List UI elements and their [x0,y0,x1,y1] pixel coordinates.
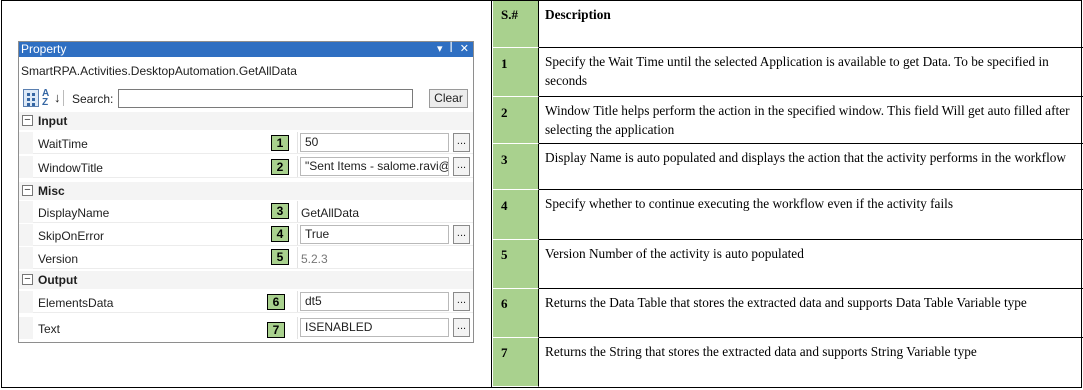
table-row: 5 Version Number of the activity is auto… [493,240,1083,289]
category-output[interactable]: − Output [19,271,473,289]
callout-badge: 7 [267,322,285,338]
version-value: 5.2.3 [301,252,328,266]
table-row: 4 Specify whether to continue executing … [493,190,1083,240]
property-name: SkipOnError [38,229,105,243]
collapse-icon[interactable]: − [22,274,33,285]
pin-icon[interactable]: ꟾ [450,42,453,57]
row-description: Returns the Data Table that stores the e… [539,289,1083,338]
row-description: Returns the String that stores the extra… [545,344,977,359]
property-row-displayname: DisplayName 3 GetAllData [19,201,473,223]
property-name: DisplayName [38,206,110,220]
row-number: 7 [493,338,539,387]
row-description: Display Name is auto populated and displ… [539,144,1083,190]
row-number: 5 [493,240,539,289]
waittime-field[interactable]: 50 [300,133,449,152]
clear-button[interactable]: Clear [429,89,468,108]
property-row-text: Text 7 ISENABLED ... [19,317,473,339]
elementsdata-field[interactable]: dt5 [300,292,449,311]
close-icon[interactable]: ✕ [460,42,469,57]
table-row: 2 Window Title helps perform the action … [493,97,1083,144]
callout-badge: 2 [271,159,289,175]
row-description: Window Title helps perform the action in… [539,97,1083,144]
property-row-skiponerror: SkipOnError 4 True ... [19,224,473,246]
row-number: 3 [493,144,539,190]
windowtitle-field[interactable]: "Sent Items - salome.ravi@ [300,157,449,176]
callout-badge: 6 [267,294,285,310]
row-description: Version Number of the activity is auto p… [539,240,1083,289]
activity-class-name: SmartRPA.Activities.DesktopAutomation.Ge… [21,64,297,78]
search-input[interactable] [118,89,413,108]
callout-badge: 5 [271,249,289,265]
skiponerror-field[interactable]: True [300,225,449,244]
property-grid: − Input WaitTime 1 50 ... WindowTitle 2 [19,112,473,342]
screenshot-cell: Property ▾ ꟾ ✕ SmartRPA.Activities.Deskt… [2,1,492,387]
property-row-windowtitle: WindowTitle 2 "Sent Items - salome.ravi@… [19,156,473,178]
property-name: Text [38,322,61,336]
property-row-waittime: WaitTime 1 50 ... [19,132,473,154]
windowtitle-ellipsis-button[interactable]: ... [453,157,470,176]
table-row: 1 Specify the Wait Time until the select… [493,48,1083,97]
category-misc[interactable]: − Misc [19,182,473,200]
header-description: Description [539,1,1083,48]
text-field[interactable]: ISENABLED [300,318,449,337]
table-row: 3 Display Name is auto populated and dis… [493,144,1083,190]
row-number: 6 [493,289,539,338]
alphabetical-sort-icon[interactable]: A Z ↓ [42,89,61,108]
callout-badge: 4 [271,226,289,242]
categorized-sort-icon[interactable] [23,89,39,107]
category-label: Misc [38,184,65,198]
displayname-value[interactable]: GetAllData [301,206,359,220]
category-input[interactable]: − Input [19,112,473,130]
property-row-elementsdata: ElementsData 6 dt5 ... [19,291,473,313]
toolbar-divider [63,90,64,106]
elementsdata-ellipsis-button[interactable]: ... [453,292,470,311]
category-label: Input [38,114,68,128]
description-table: S.# Description 1 Specify the Wait Time … [493,1,1083,387]
property-toolbar: A Z ↓ Search: Clear [19,87,473,111]
waittime-ellipsis-button[interactable]: ... [453,133,470,152]
row-number: 4 [493,190,539,240]
row-description: Specify whether to continue executing th… [539,190,1083,240]
property-name: WaitTime [38,137,88,151]
property-panel: Property ▾ ꟾ ✕ SmartRPA.Activities.Deskt… [18,41,474,343]
collapse-icon[interactable]: − [22,115,33,126]
collapse-icon[interactable]: − [22,185,33,196]
dropdown-icon[interactable]: ▾ [437,42,443,57]
table-row: 6 Returns the Data Table that stores the… [493,289,1083,338]
property-row-version: Version 5 5.2.3 [19,247,473,269]
document-table: Property ▾ ꟾ ✕ SmartRPA.Activities.Deskt… [1,0,1083,388]
skiponerror-ellipsis-button[interactable]: ... [453,225,470,244]
text-ellipsis-button[interactable]: ... [453,318,470,337]
property-name: WindowTitle [38,161,103,175]
panel-title: Property [21,42,67,56]
callout-badge: 1 [271,135,289,151]
row-description: Specify the Wait Time until the selected… [539,48,1083,97]
row-number: 2 [493,97,539,144]
callout-badge: 3 [271,203,289,219]
category-label: Output [38,273,78,287]
header-number: S.# [493,1,539,48]
property-name: ElementsData [38,296,114,310]
search-label: Search: [72,92,114,106]
table-header-row: S.# Description [493,1,1083,48]
property-name: Version [38,252,79,266]
panel-titlebar: Property ▾ ꟾ ✕ [19,42,473,57]
table-row: 7 Returns the String that stores the ext… [493,338,1083,387]
row-number: 1 [493,48,539,97]
